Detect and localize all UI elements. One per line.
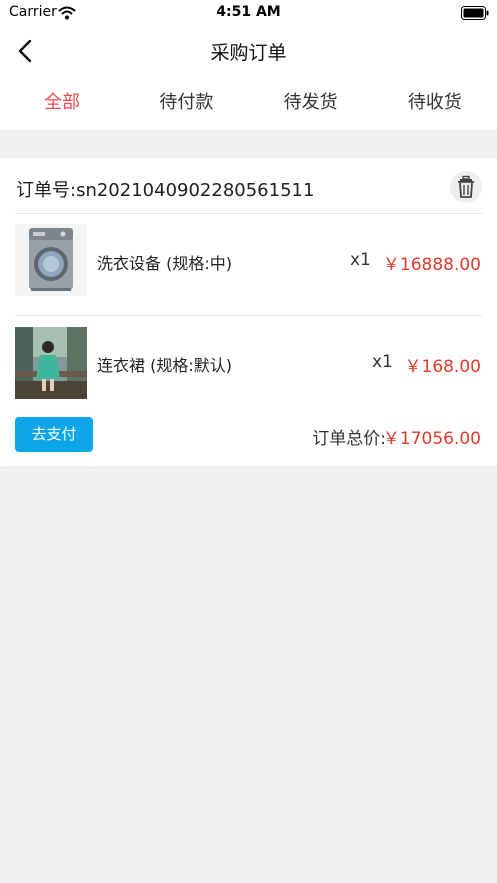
item-name: 连衣裙 (规格:默认) [97,356,232,375]
order-card: 订单号:sn2021040902280561511 洗衣设备 (规格:中) x1… [0,158,497,466]
washing-machine-image [15,224,87,296]
tab-all[interactable]: 全部 [0,76,124,130]
dress-image [15,327,87,399]
order-tabs: 全部 待付款 待发货 待收货 [0,76,497,130]
nav-bar: 采购订单 [0,26,497,76]
divider [15,315,482,316]
tab-pending-shipment[interactable]: 待发货 [249,76,373,130]
item-name: 洗衣设备 (规格:中) [97,254,232,273]
order-total-label: 订单总价: [312,429,386,449]
tab-pending-payment[interactable]: 待付款 [124,76,248,130]
status-bar: Carrier 4:51 AM [0,0,497,26]
delete-order-button[interactable] [450,171,482,203]
item-quantity: x1 [350,250,371,270]
tab-pending-receipt[interactable]: 待收货 [373,76,497,130]
item-quantity: x1 [372,352,393,372]
item-price: ￥168.00 [404,357,481,377]
item-price: ￥16888.00 [382,255,481,275]
status-time: 4:51 AM [216,4,281,20]
divider [15,213,482,214]
pay-button[interactable]: 去支付 [15,417,93,452]
page-title: 采购订单 [210,42,287,64]
trash-icon [450,175,482,207]
order-number: 订单号:sn2021040902280561511 [16,180,315,201]
order-total-value: ￥17056.00 [382,429,481,449]
battery-icon [461,5,489,24]
